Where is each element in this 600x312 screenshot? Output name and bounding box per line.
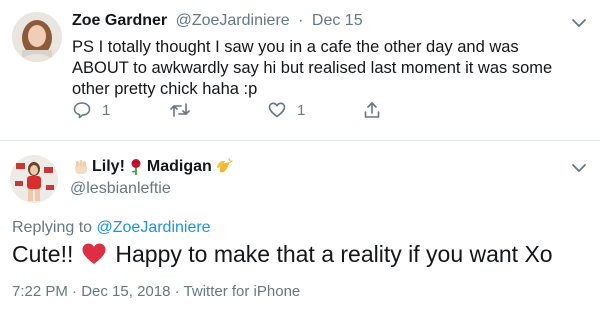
red-heart-emoji	[81, 242, 107, 266]
tweet-divider	[0, 140, 600, 141]
tweet2-name-part2: Madigan	[146, 158, 212, 175]
like-button[interactable]: 1	[267, 100, 305, 120]
avatar-zoe[interactable]	[12, 12, 62, 62]
clapping-hands-emoji	[214, 158, 233, 176]
share-icon	[362, 100, 382, 120]
avatar-lily[interactable]	[10, 155, 58, 203]
tweet2-display-name[interactable]: Lily! Madigan	[70, 158, 234, 176]
tweet2-text: Cute!! Happy to make that a reality if y…	[12, 240, 553, 268]
chevron-down-icon[interactable]	[571, 17, 587, 29]
tweet2-client[interactable]: Twitter for iPhone	[184, 283, 301, 300]
tweet2-handle[interactable]: @lesbianleftie	[70, 180, 171, 198]
tweet1-handle[interactable]: @ZoeJardiniere	[176, 12, 290, 29]
retweet-icon	[169, 100, 191, 120]
tweet2-name-part1: Lily!	[92, 158, 125, 175]
retweet-button[interactable]	[169, 100, 201, 120]
meta-separator: ·	[72, 283, 78, 300]
tweet2-date[interactable]: Dec 15, 2018	[81, 283, 170, 300]
tweet2-time[interactable]: 7:22 PM	[12, 283, 68, 300]
tweet2-text-after: Happy to make that a reality if you want…	[115, 241, 553, 267]
reply-count: 1	[102, 101, 111, 119]
chevron-down-icon[interactable]	[571, 162, 587, 174]
rose-emoji	[127, 158, 145, 176]
replying-to-prefix: Replying to	[12, 219, 93, 236]
tweet1-actions: 1 1	[72, 100, 392, 122]
reply-button[interactable]: 1	[72, 100, 110, 120]
like-count: 1	[297, 101, 306, 119]
tweet1-header: Zoe Gardner @ZoeJardiniere · Dec 15	[72, 12, 363, 30]
reply-icon	[72, 100, 92, 120]
replying-to: Replying to @ZoeJardiniere	[12, 219, 211, 237]
tweet2-text-before: Cute!!	[12, 241, 74, 267]
like-icon	[267, 100, 287, 120]
tweet1-date[interactable]: Dec 15	[312, 12, 363, 29]
tweet1-text: PS I totally thought I saw you in a cafe…	[72, 38, 553, 98]
replying-to-handle-link[interactable]: @ZoeJardiniere	[97, 219, 211, 236]
tweet1-separator: ·	[298, 12, 304, 29]
raised-fist-emoji	[72, 158, 90, 176]
meta-separator: ·	[174, 283, 180, 300]
tweet1-display-name[interactable]: Zoe Gardner	[72, 12, 167, 29]
tweet2-meta: 7:22 PM · Dec 15, 2018 · Twitter for iPh…	[12, 283, 300, 300]
share-button[interactable]	[362, 100, 382, 120]
